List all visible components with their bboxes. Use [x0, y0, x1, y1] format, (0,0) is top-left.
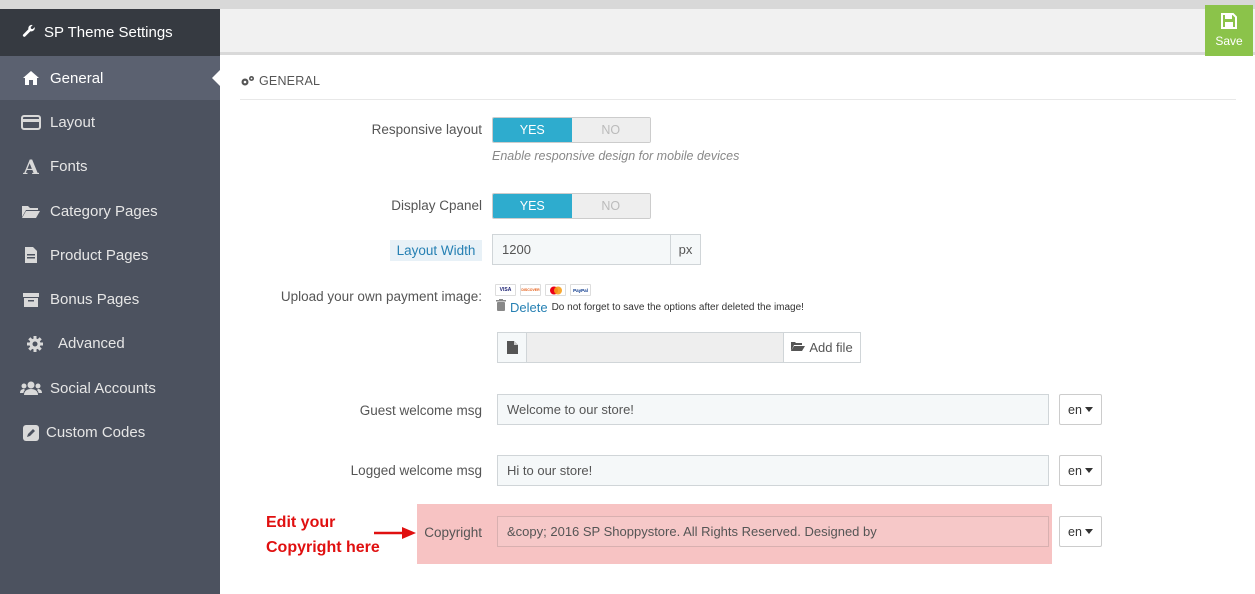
sidebar-item-label: Advanced: [58, 335, 125, 353]
sidebar-item-label: Bonus Pages: [50, 291, 140, 309]
sidebar-item-label: General: [50, 69, 104, 87]
logged-welcome-lang-select[interactable]: en: [1059, 455, 1102, 486]
sidebar-item-label: Custom Codes: [46, 424, 146, 442]
trash-icon: [496, 299, 506, 315]
file-icon: [20, 246, 42, 264]
add-file-label: Add file: [809, 340, 853, 355]
discover-card: DISCOVER: [520, 284, 541, 296]
add-file-button[interactable]: Add file: [783, 332, 861, 363]
sidebar-item-label: Social Accounts: [50, 379, 156, 397]
layout-icon: [20, 114, 42, 130]
sidebar-item-advanced[interactable]: Advanced: [0, 322, 220, 366]
section-title-text: GENERAL: [259, 74, 321, 88]
display-cpanel-toggle[interactable]: YES NO: [492, 193, 651, 219]
copyright-label: Copyright: [424, 525, 482, 540]
guest-welcome-input[interactable]: Welcome to our store!: [497, 394, 1049, 425]
arrow-right-icon: [374, 527, 416, 542]
mastercard-card: [545, 284, 566, 296]
delete-link[interactable]: Delete: [510, 300, 548, 315]
save-icon: [1221, 13, 1237, 32]
sidebar-item-bonus-pages[interactable]: Bonus Pages: [0, 277, 220, 321]
save-button[interactable]: Save: [1205, 5, 1253, 56]
gears-icon: [240, 75, 255, 90]
annotation-line-1: Edit your: [266, 514, 336, 531]
delete-row: Delete Do not forget to save the options…: [496, 299, 804, 315]
sidebar-item-label: Product Pages: [50, 246, 149, 264]
lang-label: en: [1068, 524, 1082, 539]
sidebar: SP Theme Settings General Layout A Fonts…: [0, 9, 220, 594]
responsive-layout-label: Responsive layout: [371, 122, 482, 137]
responsive-layout-toggle[interactable]: YES NO: [492, 117, 651, 143]
sidebar-item-social-accounts[interactable]: Social Accounts: [0, 366, 220, 410]
delete-note: Do not forget to save the options after …: [551, 301, 804, 313]
sidebar-item-category-pages[interactable]: Category Pages: [0, 189, 220, 233]
sidebar-item-label: Fonts: [50, 158, 88, 176]
gear-icon: [24, 335, 46, 353]
layout-width-input[interactable]: 1200: [492, 234, 671, 265]
sidebar-header: SP Theme Settings: [0, 9, 220, 56]
paypal-card: PayPal: [570, 284, 591, 296]
responsive-layout-yes[interactable]: YES: [493, 118, 572, 142]
display-cpanel-no[interactable]: NO: [571, 194, 650, 218]
payment-image-label: Upload your own payment image:: [280, 289, 482, 304]
sidebar-item-layout[interactable]: Layout: [0, 100, 220, 144]
section-title: GENERAL: [240, 74, 1236, 100]
wrench-icon: [22, 24, 36, 42]
sidebar-item-fonts[interactable]: A Fonts: [0, 145, 220, 189]
copyright-input[interactable]: &copy; 2016 SP Shoppystore. All Rights R…: [497, 516, 1049, 547]
folder-open-icon: [20, 204, 42, 219]
responsive-layout-no[interactable]: NO: [571, 118, 650, 142]
sidebar-item-custom-codes[interactable]: Custom Codes: [0, 410, 220, 454]
sidebar-title: SP Theme Settings: [44, 24, 173, 41]
responsive-layout-help: Enable responsive design for mobile devi…: [492, 149, 740, 163]
guest-welcome-lang-select[interactable]: en: [1059, 394, 1102, 425]
file-type-icon: [497, 332, 527, 363]
page-header: [220, 9, 1255, 55]
lang-label: en: [1068, 463, 1082, 478]
home-icon: [20, 70, 42, 86]
visa-card: VISA: [495, 284, 516, 296]
layout-width-unit: px: [670, 234, 701, 265]
chevron-down-icon: [1084, 468, 1093, 473]
chevron-down-icon: [1084, 529, 1093, 534]
logged-welcome-input[interactable]: Hi to our store!: [497, 455, 1049, 486]
sidebar-item-product-pages[interactable]: Product Pages: [0, 233, 220, 277]
file-name-input[interactable]: [526, 332, 784, 363]
folder-open-icon: [791, 340, 806, 355]
edit-icon: [20, 424, 42, 442]
display-cpanel-yes[interactable]: YES: [493, 194, 572, 218]
users-icon: [20, 380, 42, 396]
annotation-line-2: Copyright here: [266, 539, 380, 556]
sidebar-item-general[interactable]: General: [0, 56, 220, 101]
chevron-down-icon: [1084, 407, 1093, 412]
sidebar-item-label: Layout: [50, 113, 96, 131]
copyright-lang-select[interactable]: en: [1059, 516, 1102, 547]
guest-welcome-label: Guest welcome msg: [359, 403, 482, 418]
copyright-annotation: Edit your Copyright here: [266, 510, 380, 560]
display-cpanel-label: Display Cpanel: [391, 198, 482, 213]
font-icon: A: [23, 154, 39, 179]
archive-icon: [20, 292, 42, 308]
sidebar-item-label: Category Pages: [50, 202, 158, 220]
logged-welcome-label: Logged welcome msg: [350, 463, 482, 478]
payment-cards-image: VISA DISCOVER PayPal: [495, 284, 591, 296]
layout-width-label: Layout Width: [390, 240, 482, 261]
save-label: Save: [1215, 34, 1243, 48]
top-bar: [0, 0, 1255, 9]
lang-label: en: [1068, 402, 1082, 417]
